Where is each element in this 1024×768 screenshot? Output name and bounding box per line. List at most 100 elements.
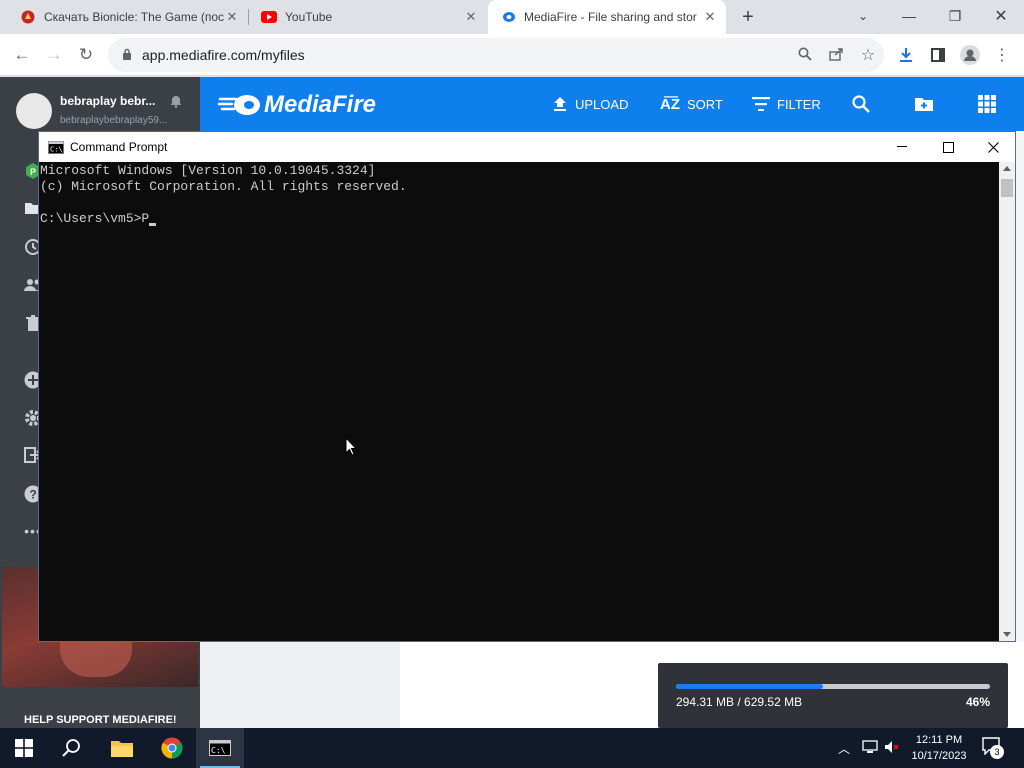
minimize-icon <box>897 146 907 147</box>
show-hidden-icons-icon[interactable]: ︿ <box>838 740 850 757</box>
start-button[interactable] <box>0 728 48 768</box>
tab-bionicle[interactable]: Скачать Bionicle: The Game (пос ✕ <box>8 0 248 34</box>
sort-button[interactable]: A͞Z SORT <box>660 77 723 131</box>
share-icon[interactable] <box>820 47 852 64</box>
command-prompt-window[interactable]: C:\ Command Prompt Microsoft Windows [Ve… <box>38 131 1016 642</box>
upload-percent: 46% <box>966 695 991 709</box>
bookmark-star-icon[interactable]: ☆ <box>852 45 884 65</box>
download-icon[interactable] <box>892 41 920 69</box>
system-clock[interactable]: 12:11 PM 10/17/2023 <box>906 732 972 764</box>
close-tab-icon[interactable]: ✕ <box>463 9 479 25</box>
folder-icon <box>111 741 133 757</box>
svg-text:?: ? <box>30 488 37 502</box>
console-prompt-row: C:\Users\vm5>P <box>40 211 999 227</box>
minimize-button[interactable]: — <box>886 0 932 32</box>
cmd-minimize-button[interactable] <box>879 132 925 162</box>
zoom-search-icon[interactable] <box>790 47 820 64</box>
search-button[interactable] <box>852 77 870 131</box>
restore-button[interactable]: ❐ <box>932 0 978 32</box>
tab-title: MediaFire - File sharing and stor <box>524 10 697 24</box>
bell-icon[interactable] <box>170 95 182 111</box>
clock-time: 12:11 PM <box>915 734 963 746</box>
cmd-title-bar[interactable]: C:\ Command Prompt <box>39 132 1015 162</box>
scrollbar-thumb[interactable] <box>1001 179 1013 197</box>
youtube-icon <box>261 9 277 25</box>
new-folder-button[interactable] <box>914 77 934 131</box>
cmd-title-text: Command Prompt <box>70 140 168 154</box>
filter-button[interactable]: FILTER <box>752 77 821 131</box>
more-menu-icon[interactable]: ⋮ <box>988 41 1016 69</box>
chrome-icon <box>161 737 183 759</box>
console-line: Microsoft Windows [Version 10.0.19045.33… <box>40 163 376 178</box>
close-tab-icon[interactable]: ✕ <box>702 9 718 25</box>
cmd-icon: C:\ <box>209 740 231 756</box>
grid-view-button[interactable] <box>978 77 996 131</box>
url-text: app.mediafire.com/myfiles <box>142 47 305 63</box>
side-panel-icon[interactable] <box>924 41 952 69</box>
logo-text: MediaFire <box>264 91 377 118</box>
tab-title: YouTube <box>285 10 333 24</box>
clock-date: 10/17/2023 <box>911 750 967 762</box>
mediafire-logo-icon <box>218 95 260 115</box>
file-explorer-button[interactable] <box>98 728 146 768</box>
sort-az-icon: A͞Z <box>660 95 680 113</box>
cmd-taskbar-button[interactable]: C:\ <box>196 728 244 768</box>
cmd-maximize-button[interactable] <box>925 132 971 162</box>
scroll-down-arrow-icon[interactable] <box>1003 632 1011 637</box>
chrome-taskbar-button[interactable] <box>148 728 196 768</box>
text-cursor <box>149 223 157 226</box>
avatar[interactable] <box>16 93 52 129</box>
browser-toolbar: ← → ↻ app.mediafire.com/myfiles ☆ ⋮ <box>0 34 1024 76</box>
svg-text:C:\: C:\ <box>211 746 226 755</box>
grid-view-icon <box>978 95 996 113</box>
cmd-close-button[interactable] <box>971 132 1015 162</box>
search-icon <box>852 95 870 113</box>
volume-muted-icon[interactable] <box>884 740 900 759</box>
filter-label: FILTER <box>777 96 821 112</box>
console-line: C:\Users\vm5>P <box>40 211 150 226</box>
profile-avatar-icon[interactable] <box>956 41 984 69</box>
user-email: bebraplaybebraplay59... <box>60 115 168 126</box>
new-folder-icon <box>915 98 933 111</box>
bionicle-icon <box>20 9 36 25</box>
upload-progress-track <box>676 684 990 689</box>
forward-button[interactable]: → <box>40 41 68 69</box>
windows-taskbar: C:\ ︿ 12:11 PM 10/17/2023 3 <box>0 728 1024 768</box>
upload-label: UPLOAD <box>575 96 629 112</box>
upload-icon <box>554 97 566 111</box>
user-name: bebraplay bebr... <box>60 94 156 108</box>
cmd-console-output[interactable]: Microsoft Windows [Version 10.0.19045.33… <box>39 162 999 641</box>
upload-status-text: 294.31 MB / 629.52 MB <box>676 695 803 709</box>
back-button[interactable]: ← <box>8 41 36 69</box>
cmd-app-icon: C:\ <box>48 140 64 154</box>
network-icon[interactable] <box>862 740 878 759</box>
search-button[interactable] <box>48 728 96 768</box>
upload-button[interactable]: UPLOAD <box>552 77 628 131</box>
cmd-scrollbar[interactable] <box>999 162 1015 641</box>
scroll-up-arrow-icon[interactable] <box>1003 166 1011 171</box>
tab-strip: Скачать Bionicle: The Game (пос ✕ YouTub… <box>0 0 1024 34</box>
address-bar[interactable]: app.mediafire.com/myfiles ☆ <box>108 38 884 72</box>
search-icon <box>62 739 80 757</box>
mediafire-header: MediaFire UPLOAD A͞Z SORT FILTER <box>200 77 1024 131</box>
upload-progress-fill <box>676 684 823 689</box>
close-tab-icon[interactable]: ✕ <box>224 9 240 25</box>
svg-text:P: P <box>30 167 36 177</box>
sort-label: SORT <box>687 96 723 112</box>
notification-count-badge: 3 <box>990 745 1004 759</box>
svg-text:C:\: C:\ <box>50 145 63 153</box>
tab-title: Скачать Bionicle: The Game (пос <box>44 10 224 24</box>
tab-search-icon[interactable]: ⌄ <box>840 0 886 32</box>
tab-mediafire[interactable]: MediaFire - File sharing and stor ✕ <box>488 0 726 34</box>
help-support-banner[interactable]: HELP SUPPORT MEDIAFIRE! <box>24 714 177 726</box>
new-tab-button[interactable]: + <box>736 5 760 29</box>
close-window-button[interactable]: ✕ <box>978 0 1024 32</box>
filter-icon <box>752 97 770 111</box>
tab-youtube[interactable]: YouTube ✕ <box>249 0 487 34</box>
notification-center-icon[interactable]: 3 <box>982 737 1004 760</box>
content-gutter <box>200 642 400 728</box>
reload-button[interactable]: ↻ <box>72 41 100 69</box>
console-line: (c) Microsoft Corporation. All rights re… <box>40 179 407 194</box>
mediafire-logo[interactable]: MediaFire <box>218 91 376 119</box>
